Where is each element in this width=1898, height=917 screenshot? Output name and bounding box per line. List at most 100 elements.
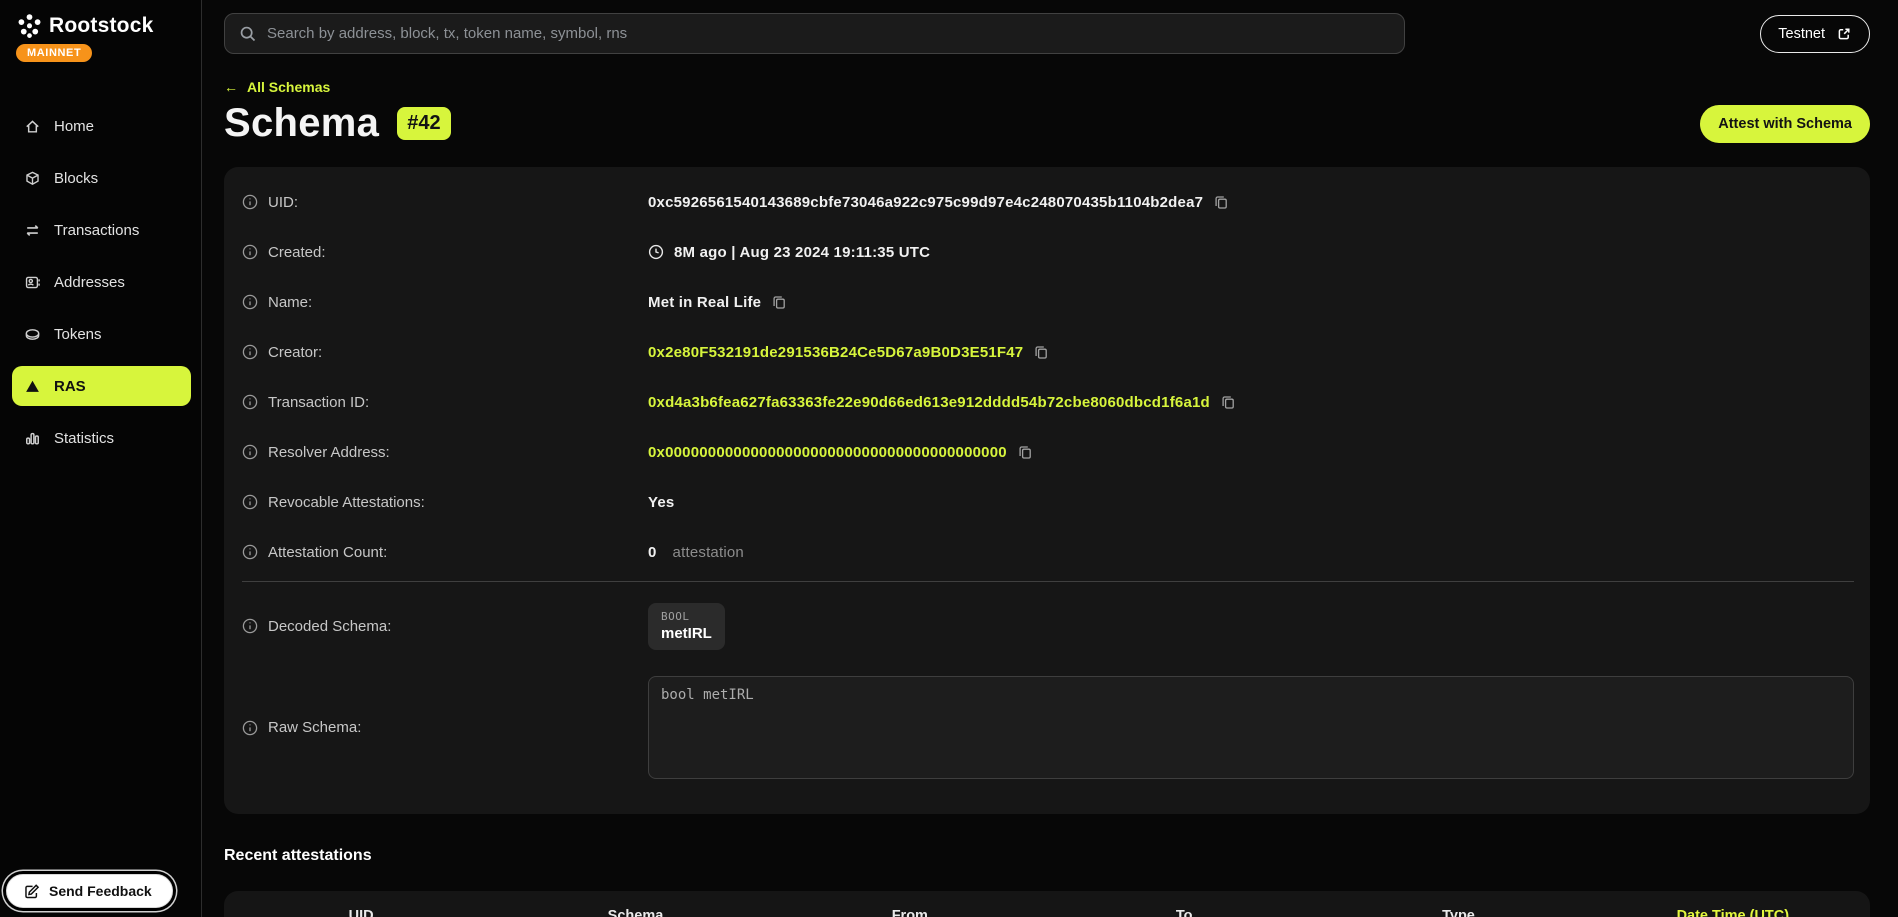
column-header-uid: UID — [224, 908, 498, 917]
column-header-to: To — [1047, 908, 1321, 917]
sidebar-item-blocks[interactable]: Blocks — [12, 158, 191, 198]
back-to-all-schemas-link[interactable]: ← All Schemas — [224, 79, 330, 95]
column-header-type: Type — [1321, 908, 1595, 917]
recent-attestations-heading: Recent attestations — [224, 847, 1870, 865]
topbar: Testnet — [224, 13, 1870, 54]
info-icon — [242, 618, 258, 634]
decoded-schema-label: Decoded Schema: — [268, 618, 391, 635]
name-value: Met in Real Life — [648, 294, 761, 311]
column-header-datetime: Date Time (UTC) — [1596, 908, 1870, 917]
resolver-address-link[interactable]: 0x00000000000000000000000000000000000000… — [648, 444, 1007, 461]
copy-icon[interactable] — [1033, 344, 1049, 360]
copy-icon[interactable] — [771, 294, 787, 310]
decoded-schema-name: metIRL — [661, 625, 712, 642]
ras-triangle-icon — [24, 378, 41, 395]
detail-row-created: Created: 8M ago | Aug 23 2024 19:11:35 U… — [242, 227, 1854, 277]
detail-row-revocable: Revocable Attestations: Yes — [242, 477, 1854, 527]
info-icon — [242, 194, 258, 210]
clock-icon — [648, 244, 664, 260]
raw-schema-textarea[interactable]: bool metIRL — [648, 676, 1854, 779]
arrow-left-icon: ← — [224, 79, 238, 95]
brand-logo[interactable]: Rootstock — [0, 0, 201, 39]
info-icon — [242, 394, 258, 410]
transaction-id-value-group: 0xd4a3b6fea627fa63363fe22e90d66ed613e912… — [648, 394, 1854, 411]
info-icon — [242, 544, 258, 560]
info-icon — [242, 444, 258, 460]
brand-name: Rootstock — [49, 14, 153, 38]
attest-with-schema-button[interactable]: Attest with Schema — [1700, 105, 1870, 143]
attestation-count-label-group: Attestation Count: — [242, 544, 648, 561]
feedback-pencil-icon — [23, 883, 40, 900]
home-icon — [24, 118, 41, 135]
creator-label: Creator: — [268, 344, 322, 361]
blocks-icon — [24, 170, 41, 187]
revocable-label-group: Revocable Attestations: — [242, 494, 648, 511]
transaction-id-label-group: Transaction ID: — [242, 394, 648, 411]
column-header-from: From — [773, 908, 1047, 917]
sidebar-item-transactions[interactable]: Transactions — [12, 210, 191, 250]
send-feedback-button[interactable]: Send Feedback — [6, 874, 173, 908]
uid-value-group: 0xc5926561540143689cbfe73046a922c975c99d… — [648, 194, 1854, 211]
schema-details-panel: UID: 0xc5926561540143689cbfe73046a922c97… — [224, 167, 1870, 814]
transaction-id-label: Transaction ID: — [268, 394, 369, 411]
send-feedback-label: Send Feedback — [49, 883, 152, 899]
attestation-count-label: Attestation Count: — [268, 544, 387, 561]
panel-divider — [242, 581, 1854, 582]
raw-schema-label-group: Raw Schema: — [242, 719, 648, 736]
attestations-table: UID Schema From To Type Date Time (UTC) — [224, 891, 1870, 917]
sidebar-item-ras[interactable]: RAS — [12, 366, 191, 406]
info-icon — [242, 720, 258, 736]
testnet-button[interactable]: Testnet — [1760, 15, 1870, 53]
name-value-group: Met in Real Life — [648, 294, 1854, 311]
name-label: Name: — [268, 294, 312, 311]
created-value-group: 8M ago | Aug 23 2024 19:11:35 UTC — [648, 244, 1854, 261]
search-input[interactable] — [267, 25, 1390, 42]
back-link-label: All Schemas — [247, 79, 330, 95]
transaction-id-link[interactable]: 0xd4a3b6fea627fa63363fe22e90d66ed613e912… — [648, 394, 1210, 411]
info-icon — [242, 344, 258, 360]
uid-label: UID: — [268, 194, 298, 211]
name-label-group: Name: — [242, 294, 648, 311]
creator-value-group: 0x2e80F532191de291536B24Ce5D67a9B0D3E51F… — [648, 344, 1854, 361]
schema-id-badge: #42 — [397, 107, 450, 140]
revocable-value-group: Yes — [648, 494, 1854, 511]
addresses-icon — [24, 274, 41, 291]
sidebar-item-home[interactable]: Home — [12, 106, 191, 146]
attestations-table-header: UID Schema From To Type Date Time (UTC) — [224, 891, 1870, 917]
sidebar-nav: Home Blocks Transactions Addresses Token… — [0, 106, 201, 458]
sidebar-item-label: Home — [54, 118, 94, 135]
raw-schema-label: Raw Schema: — [268, 719, 361, 736]
sidebar-item-label: RAS — [54, 378, 86, 395]
sidebar-item-addresses[interactable]: Addresses — [12, 262, 191, 302]
copy-icon[interactable] — [1220, 394, 1236, 410]
created-label-group: Created: — [242, 244, 648, 261]
detail-row-attestation-count: Attestation Count: 0 attestation — [242, 527, 1854, 577]
sidebar-item-label: Tokens — [54, 326, 102, 343]
title-row: Schema #42 Attest with Schema — [224, 101, 1870, 146]
info-icon — [242, 494, 258, 510]
detail-row-creator: Creator: 0x2e80F532191de291536B24Ce5D67a… — [242, 327, 1854, 377]
resolver-label: Resolver Address: — [268, 444, 390, 461]
search-icon — [239, 25, 256, 42]
decoded-schema-value-group: BOOL metIRL — [648, 603, 1854, 650]
network-badge: MAINNET — [16, 44, 92, 62]
transactions-icon — [24, 222, 41, 239]
sidebar-item-label: Blocks — [54, 170, 98, 187]
created-value: 8M ago | Aug 23 2024 19:11:35 UTC — [674, 244, 930, 261]
creator-address-link[interactable]: 0x2e80F532191de291536B24Ce5D67a9B0D3E51F… — [648, 344, 1023, 361]
created-label: Created: — [268, 244, 326, 261]
column-header-schema: Schema — [498, 908, 772, 917]
sidebar-item-label: Statistics — [54, 430, 114, 447]
copy-icon[interactable] — [1213, 194, 1229, 210]
attestation-count-suffix: attestation — [673, 544, 744, 561]
creator-label-group: Creator: — [242, 344, 648, 361]
attestation-count-value: 0 — [648, 544, 657, 561]
copy-icon[interactable] — [1017, 444, 1033, 460]
sidebar-item-tokens[interactable]: Tokens — [12, 314, 191, 354]
sidebar-item-statistics[interactable]: Statistics — [12, 418, 191, 458]
detail-row-transaction-id: Transaction ID: 0xd4a3b6fea627fa63363fe2… — [242, 377, 1854, 427]
info-icon — [242, 294, 258, 310]
app-root: Rootstock MAINNET Home Blocks Transactio… — [0, 0, 1898, 917]
resolver-label-group: Resolver Address: — [242, 444, 648, 461]
search-box[interactable] — [224, 13, 1405, 54]
